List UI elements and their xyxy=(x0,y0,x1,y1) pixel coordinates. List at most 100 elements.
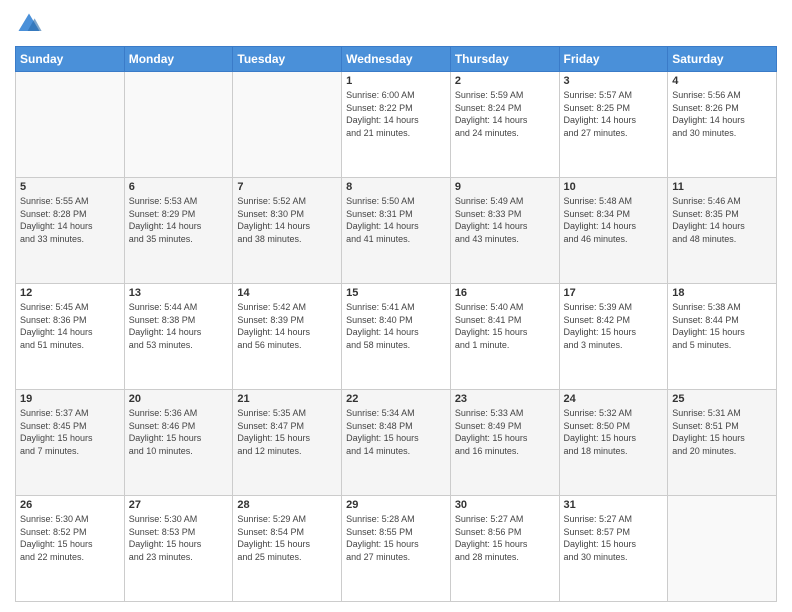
calendar-cell: 28 Sunrise: 5:29 AMSunset: 8:54 PMDayligh… xyxy=(233,496,342,602)
day-info: Sunrise: 5:53 AMSunset: 8:29 PMDaylight:… xyxy=(129,195,229,245)
calendar-cell: 16 Sunrise: 5:40 AMSunset: 8:41 PMDayligh… xyxy=(450,284,559,390)
day-info: Sunrise: 5:30 AMSunset: 8:53 PMDaylight:… xyxy=(129,513,229,563)
calendar-cell xyxy=(16,72,125,178)
day-number: 27 xyxy=(129,499,229,511)
calendar-cell: 13 Sunrise: 5:44 AMSunset: 8:38 PMDayligh… xyxy=(124,284,233,390)
day-info: Sunrise: 5:33 AMSunset: 8:49 PMDaylight:… xyxy=(455,407,555,457)
day-info: Sunrise: 5:30 AMSunset: 8:52 PMDaylight:… xyxy=(20,513,120,563)
calendar-cell: 4Sunrise: 5:56 AMSunset: 8:26 PMDaylight… xyxy=(668,72,777,178)
day-header-monday: Monday xyxy=(124,47,233,72)
day-info: Sunrise: 5:35 AMSunset: 8:47 PMDaylight:… xyxy=(237,407,337,457)
day-number: 12 xyxy=(20,287,120,299)
day-header-friday: Friday xyxy=(559,47,668,72)
day-number: 4 xyxy=(672,75,772,87)
day-info: Sunrise: 5:27 AMSunset: 8:56 PMDaylight:… xyxy=(455,513,555,563)
day-number: 7 xyxy=(237,181,337,193)
calendar-cell: 19 Sunrise: 5:37 AMSunset: 8:45 PMDayligh… xyxy=(16,390,125,496)
day-header-saturday: Saturday xyxy=(668,47,777,72)
calendar-cell xyxy=(124,72,233,178)
calendar-cell: 2 Sunrise: 5:59 AMSunset: 8:24 PMDaylight… xyxy=(450,72,559,178)
day-info: Sunrise: 5:52 AMSunset: 8:30 PMDaylight:… xyxy=(237,195,337,245)
calendar-cell: 27 Sunrise: 5:30 AMSunset: 8:53 PMDayligh… xyxy=(124,496,233,602)
day-header-sunday: Sunday xyxy=(16,47,125,72)
calendar-table: SundayMondayTuesdayWednesdayThursdayFrid… xyxy=(15,46,777,602)
day-info: Sunrise: 5:48 AMSunset: 8:34 PMDaylight:… xyxy=(564,195,664,245)
day-number: 13 xyxy=(129,287,229,299)
day-info: Sunrise: 5:55 AMSunset: 8:28 PMDaylight:… xyxy=(20,195,120,245)
day-number: 5 xyxy=(20,181,120,193)
day-number: 29 xyxy=(346,499,446,511)
day-info: Sunrise: 5:37 AMSunset: 8:45 PMDaylight:… xyxy=(20,407,120,457)
logo xyxy=(15,10,47,38)
day-info: Sunrise: 5:59 AMSunset: 8:24 PMDaylight:… xyxy=(455,89,555,139)
day-info: Sunrise: 5:27 AMSunset: 8:57 PMDaylight:… xyxy=(564,513,664,563)
day-number: 9 xyxy=(455,181,555,193)
day-number: 25 xyxy=(672,393,772,405)
calendar-cell: 29 Sunrise: 5:28 AMSunset: 8:55 PMDayligh… xyxy=(342,496,451,602)
day-number: 17 xyxy=(564,287,664,299)
day-info: Sunrise: 5:39 AMSunset: 8:42 PMDaylight:… xyxy=(564,301,664,351)
day-number: 18 xyxy=(672,287,772,299)
day-number: 23 xyxy=(455,393,555,405)
calendar-cell: 30 Sunrise: 5:27 AMSunset: 8:56 PMDayligh… xyxy=(450,496,559,602)
calendar-cell xyxy=(668,496,777,602)
day-number: 2 xyxy=(455,75,555,87)
calendar-cell: 21 Sunrise: 5:35 AMSunset: 8:47 PMDayligh… xyxy=(233,390,342,496)
calendar-cell: 5 Sunrise: 5:55 AMSunset: 8:28 PMDaylight… xyxy=(16,178,125,284)
day-number: 16 xyxy=(455,287,555,299)
day-number: 1 xyxy=(346,75,446,87)
day-header-tuesday: Tuesday xyxy=(233,47,342,72)
calendar-week-row: 26Sunrise: 5:30 AMSunset: 8:52 PMDayligh… xyxy=(16,496,777,602)
calendar-cell: 23 Sunrise: 5:33 AMSunset: 8:49 PMDayligh… xyxy=(450,390,559,496)
calendar-cell: 24Sunrise: 5:32 AMSunset: 8:50 PMDayligh… xyxy=(559,390,668,496)
calendar-cell: 10Sunrise: 5:48 AMSunset: 8:34 PMDayligh… xyxy=(559,178,668,284)
page: SundayMondayTuesdayWednesdayThursdayFrid… xyxy=(0,0,792,612)
calendar-cell: 14Sunrise: 5:42 AMSunset: 8:39 PMDayligh… xyxy=(233,284,342,390)
day-info: Sunrise: 5:50 AMSunset: 8:31 PMDaylight:… xyxy=(346,195,446,245)
day-number: 15 xyxy=(346,287,446,299)
day-number: 24 xyxy=(564,393,664,405)
calendar-cell: 25 Sunrise: 5:31 AMSunset: 8:51 PMDayligh… xyxy=(668,390,777,496)
day-info: Sunrise: 5:44 AMSunset: 8:38 PMDaylight:… xyxy=(129,301,229,351)
calendar-week-row: 5 Sunrise: 5:55 AMSunset: 8:28 PMDaylight… xyxy=(16,178,777,284)
calendar-cell: 31 Sunrise: 5:27 AMSunset: 8:57 PMDayligh… xyxy=(559,496,668,602)
calendar-cell: 9Sunrise: 5:49 AMSunset: 8:33 PMDaylight… xyxy=(450,178,559,284)
day-info: Sunrise: 5:42 AMSunset: 8:39 PMDaylight:… xyxy=(237,301,337,351)
day-number: 28 xyxy=(237,499,337,511)
day-info: Sunrise: 5:38 AMSunset: 8:44 PMDaylight:… xyxy=(672,301,772,351)
day-number: 8 xyxy=(346,181,446,193)
calendar-cell: 12 Sunrise: 5:45 AMSunset: 8:36 PMDayligh… xyxy=(16,284,125,390)
calendar-cell: 15 Sunrise: 5:41 AMSunset: 8:40 PMDayligh… xyxy=(342,284,451,390)
calendar-week-row: 12 Sunrise: 5:45 AMSunset: 8:36 PMDayligh… xyxy=(16,284,777,390)
calendar-cell: 7 Sunrise: 5:52 AMSunset: 8:30 PMDaylight… xyxy=(233,178,342,284)
calendar-header-row: SundayMondayTuesdayWednesdayThursdayFrid… xyxy=(16,47,777,72)
calendar-week-row: 1 Sunrise: 6:00 AMSunset: 8:22 PMDaylight… xyxy=(16,72,777,178)
calendar-cell: 6 Sunrise: 5:53 AMSunset: 8:29 PMDaylight… xyxy=(124,178,233,284)
day-number: 11 xyxy=(672,181,772,193)
day-number: 30 xyxy=(455,499,555,511)
day-info: Sunrise: 6:00 AMSunset: 8:22 PMDaylight:… xyxy=(346,89,446,139)
day-info: Sunrise: 5:29 AMSunset: 8:54 PMDaylight:… xyxy=(237,513,337,563)
day-number: 21 xyxy=(237,393,337,405)
day-info: Sunrise: 5:46 AMSunset: 8:35 PMDaylight:… xyxy=(672,195,772,245)
calendar-cell: 17 Sunrise: 5:39 AMSunset: 8:42 PMDayligh… xyxy=(559,284,668,390)
calendar-cell: 18 Sunrise: 5:38 AMSunset: 8:44 PMDayligh… xyxy=(668,284,777,390)
day-header-wednesday: Wednesday xyxy=(342,47,451,72)
day-info: Sunrise: 5:40 AMSunset: 8:41 PMDaylight:… xyxy=(455,301,555,351)
day-info: Sunrise: 5:28 AMSunset: 8:55 PMDaylight:… xyxy=(346,513,446,563)
logo-icon xyxy=(15,10,43,38)
day-number: 31 xyxy=(564,499,664,511)
calendar-cell: 22Sunrise: 5:34 AMSunset: 8:48 PMDayligh… xyxy=(342,390,451,496)
calendar-cell: 11 Sunrise: 5:46 AMSunset: 8:35 PMDayligh… xyxy=(668,178,777,284)
calendar-cell: 8 Sunrise: 5:50 AMSunset: 8:31 PMDaylight… xyxy=(342,178,451,284)
day-info: Sunrise: 5:41 AMSunset: 8:40 PMDaylight:… xyxy=(346,301,446,351)
day-info: Sunrise: 5:45 AMSunset: 8:36 PMDaylight:… xyxy=(20,301,120,351)
day-number: 20 xyxy=(129,393,229,405)
day-number: 6 xyxy=(129,181,229,193)
day-header-thursday: Thursday xyxy=(450,47,559,72)
day-info: Sunrise: 5:36 AMSunset: 8:46 PMDaylight:… xyxy=(129,407,229,457)
header xyxy=(15,10,777,38)
day-number: 19 xyxy=(20,393,120,405)
day-info: Sunrise: 5:57 AMSunset: 8:25 PMDaylight:… xyxy=(564,89,664,139)
day-info: Sunrise: 5:31 AMSunset: 8:51 PMDaylight:… xyxy=(672,407,772,457)
